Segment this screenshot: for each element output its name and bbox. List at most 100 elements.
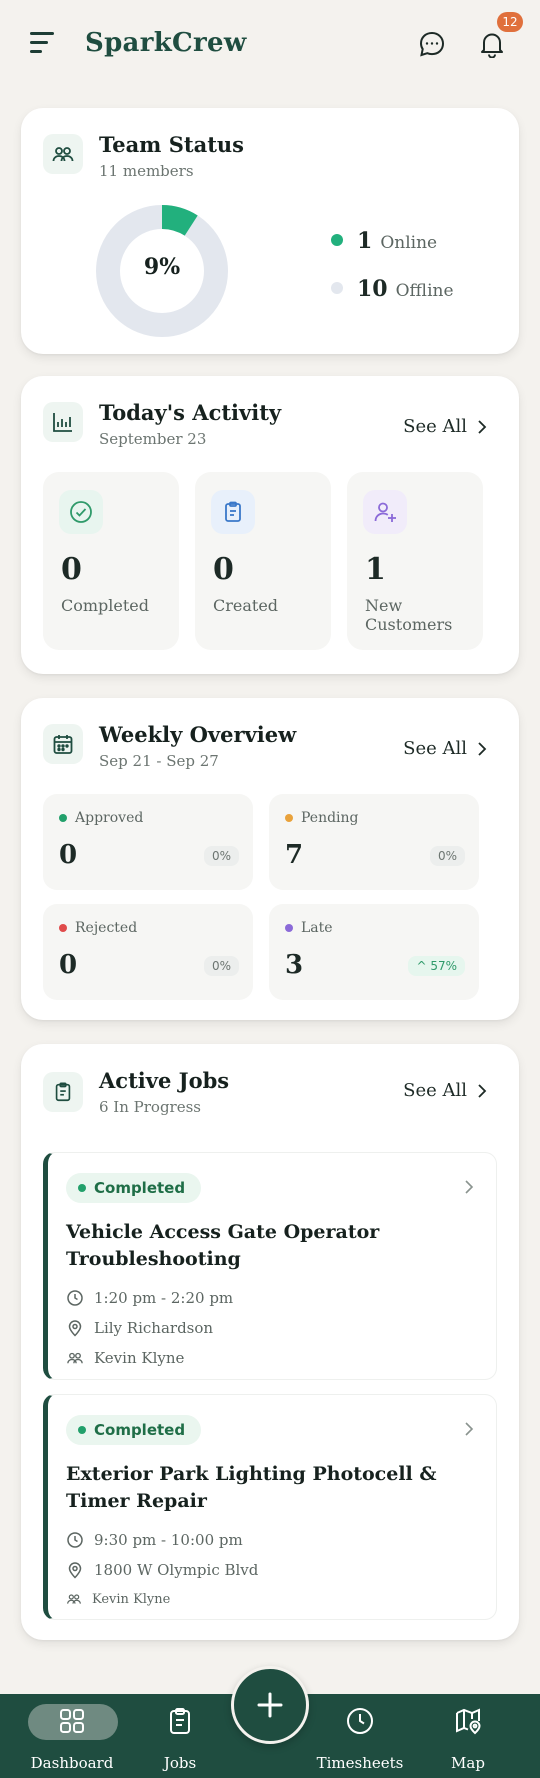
weekly-label-text: Late — [301, 920, 333, 936]
bell-icon[interactable] — [478, 30, 506, 59]
weekly-pct: 0% — [429, 846, 465, 866]
clipboard-icon — [170, 1708, 190, 1734]
weekly-overview-card: Weekly Overview Sep 21 - Sep 27 See All … — [21, 698, 519, 1020]
clock-icon — [67, 1290, 83, 1306]
tile-value: 1 — [365, 552, 386, 587]
weekly-pct: ^ 57% — [408, 956, 465, 976]
tile-completed[interactable]: 0 Completed — [43, 472, 179, 650]
notification-badge: 12 — [497, 12, 523, 32]
user-plus-icon — [363, 490, 407, 534]
legend-online: 1 Online — [331, 228, 437, 254]
job-card[interactable]: Completed Exterior Park Lighting Photoce… — [43, 1394, 497, 1620]
nav-label: Map — [451, 1754, 485, 1772]
nav-map[interactable]: Map — [418, 1694, 518, 1778]
team-status-card: Team Status 11 members 9% 1 Online 10 Of… — [21, 108, 519, 354]
tile-created[interactable]: 0 Created — [195, 472, 331, 650]
add-button[interactable] — [231, 1666, 309, 1744]
nav-jobs[interactable]: Jobs — [130, 1694, 230, 1778]
clipboard-icon — [43, 1072, 83, 1112]
weekly-late[interactable]: Late 3 ^ 57% — [269, 904, 479, 1000]
nav-label: Dashboard — [30, 1754, 114, 1772]
online-count: 1 — [357, 228, 373, 254]
menu-icon[interactable] — [30, 32, 58, 56]
active-jobs-card: Active Jobs 6 In Progress See All Comple… — [21, 1044, 519, 1640]
job-title: Vehicle Access Gate Operator Troubleshoo… — [66, 1221, 380, 1270]
weekly-pct: 0% — [203, 846, 239, 866]
nav-dashboard[interactable]: Dashboard — [22, 1694, 122, 1778]
see-all-label: See All — [403, 738, 467, 759]
weekly-label: Approved — [59, 810, 143, 826]
weekly-value: 3 — [285, 950, 304, 980]
chevron-right-icon — [478, 741, 487, 756]
chevron-right-icon — [478, 419, 487, 434]
clock-icon — [67, 1532, 83, 1548]
weekly-rejected[interactable]: Rejected 0 0% — [43, 904, 253, 1000]
clipboard-icon — [211, 490, 255, 534]
job-crew: Kevin Klyne — [66, 1349, 184, 1367]
job-title: Exterior Park Lighting Photocell & Timer… — [66, 1463, 437, 1512]
chevron-right-icon — [465, 1180, 474, 1194]
weekly-label-text: Pending — [301, 810, 359, 826]
legend-offline: 10 Offline — [331, 276, 454, 302]
card-title: Team Status — [99, 132, 244, 157]
online-label: Online — [380, 233, 438, 253]
status-text: Completed — [94, 1421, 186, 1439]
chevron-right-icon — [465, 1422, 474, 1436]
weekly-label: Rejected — [59, 920, 137, 936]
weekly-label-text: Approved — [75, 810, 144, 826]
chart-icon — [43, 402, 83, 442]
job-crew: Kevin Klyne — [66, 1591, 170, 1607]
job-time-text: 1:20 pm - 2:20 pm — [94, 1289, 234, 1307]
chat-icon[interactable] — [418, 30, 446, 58]
weekly-pending[interactable]: Pending 7 0% — [269, 794, 479, 890]
job-card[interactable]: Completed Vehicle Access Gate Operator T… — [43, 1152, 497, 1380]
card-title: Active Jobs — [99, 1068, 230, 1093]
job-crew-text: Kevin Klyne — [94, 1349, 185, 1367]
status-badge: Completed — [66, 1415, 202, 1445]
weekly-value: 7 — [285, 840, 304, 870]
status-dot — [285, 924, 293, 932]
status-dot — [78, 1426, 86, 1434]
tile-label: New Customers — [365, 596, 453, 634]
see-all-link[interactable]: See All — [403, 1080, 487, 1101]
job-location-text: Lily Richardson — [94, 1319, 214, 1337]
weekly-approved[interactable]: Approved 0 0% — [43, 794, 253, 890]
calendar-icon — [43, 724, 83, 764]
card-title: Weekly Overview — [99, 722, 297, 747]
see-all-link[interactable]: See All — [403, 416, 487, 437]
online-percent: 9% — [143, 254, 181, 280]
status-dot — [59, 924, 67, 932]
chevron-right-icon — [478, 1083, 487, 1098]
check-circle-icon — [59, 490, 103, 534]
status-dot — [285, 814, 293, 822]
offline-label: Offline — [395, 281, 454, 301]
tile-label: Created — [213, 596, 279, 615]
map-icon — [456, 1708, 481, 1735]
weekly-pct: 0% — [203, 956, 239, 976]
status-badge: Completed — [66, 1173, 202, 1203]
card-subtitle: 11 members — [99, 162, 194, 180]
grid-icon — [60, 1709, 84, 1733]
app-header: SparkCrew 12 — [0, 0, 540, 96]
card-subtitle: September 23 — [99, 430, 207, 448]
job-location: 1800 W Olympic Blvd — [66, 1561, 258, 1579]
offline-count: 10 — [357, 276, 388, 302]
weekly-label: Pending — [285, 810, 359, 826]
offline-dot — [331, 282, 343, 294]
location-pin-icon — [68, 1320, 82, 1337]
tile-new-customers[interactable]: 1 New Customers — [347, 472, 483, 650]
status-dot — [59, 814, 67, 822]
app-title: SparkCrew — [85, 28, 247, 58]
job-location-text: 1800 W Olympic Blvd — [94, 1561, 259, 1579]
clock-icon — [347, 1708, 373, 1734]
job-time: 9:30 pm - 10:00 pm — [66, 1531, 243, 1549]
job-crew-text: Kevin Klyne — [92, 1591, 171, 1607]
see-all-link[interactable]: See All — [403, 738, 487, 759]
nav-label: Jobs — [163, 1754, 197, 1772]
tile-label: Completed — [61, 596, 150, 615]
weekly-label: Late — [285, 920, 333, 936]
nav-timesheets[interactable]: Timesheets — [310, 1694, 410, 1778]
nav-label: Timesheets — [316, 1754, 404, 1772]
status-text: Completed — [94, 1179, 186, 1197]
job-location: Lily Richardson — [66, 1319, 213, 1337]
